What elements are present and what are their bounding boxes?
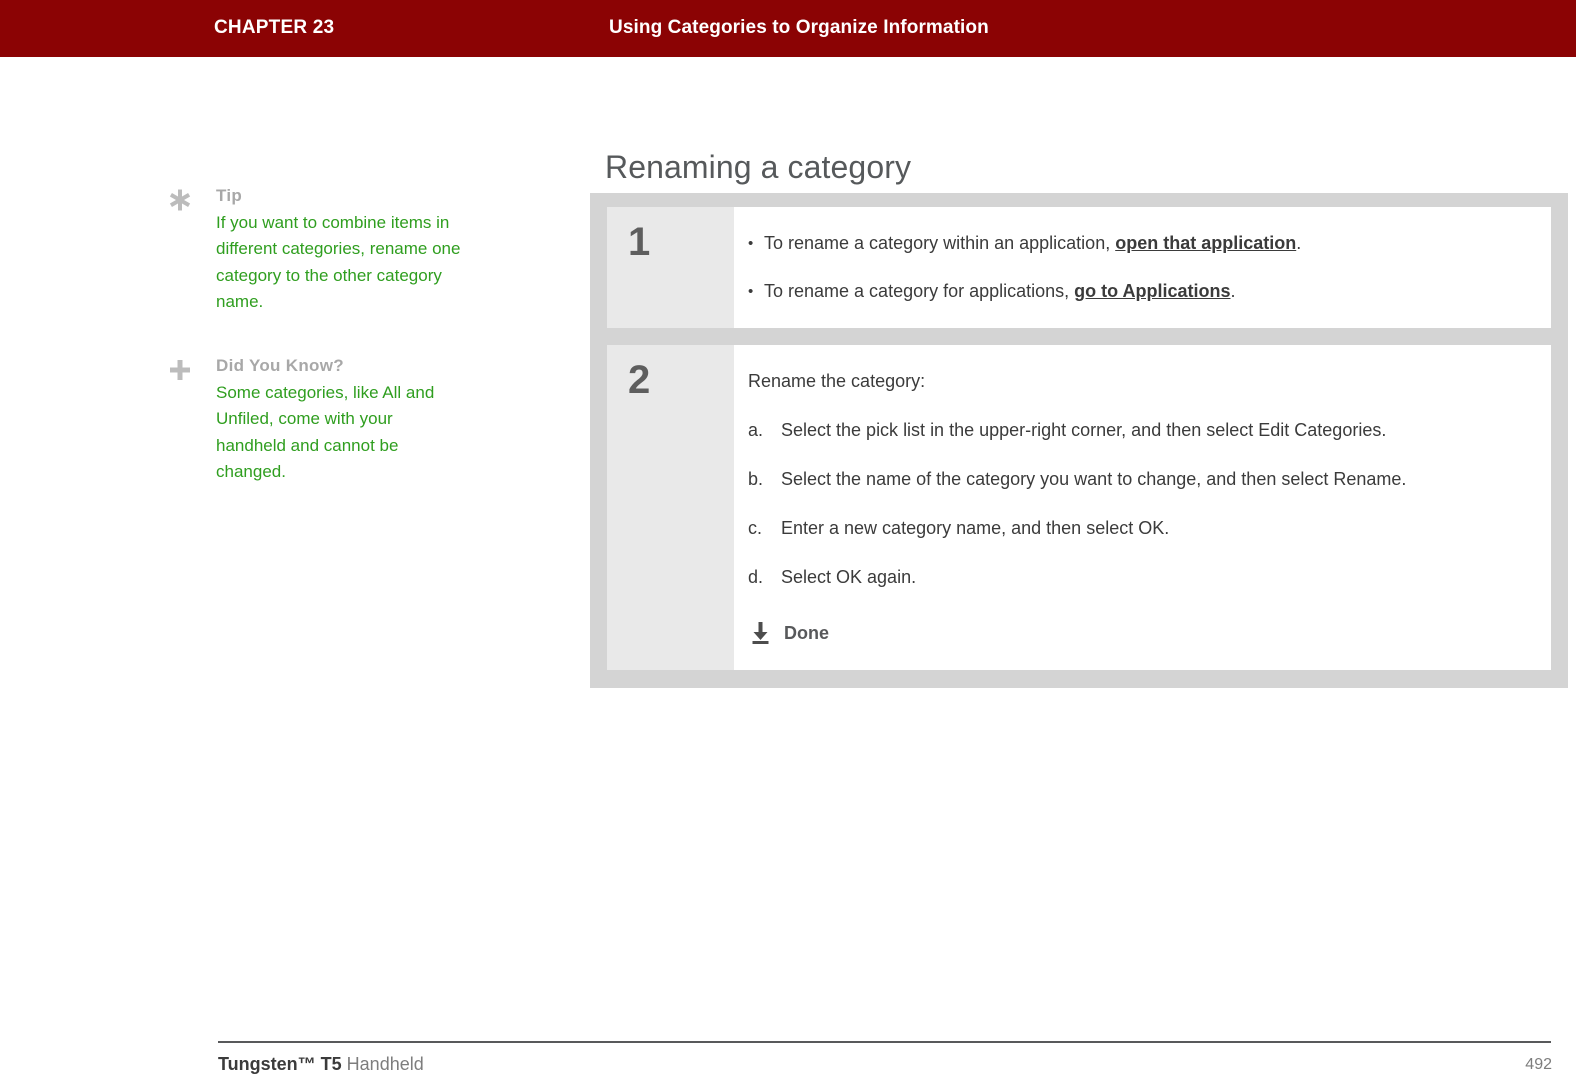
substep-text: Enter a new category name, and then sele…	[781, 518, 1170, 538]
step-content: Rename the category: a. Select the pick …	[734, 345, 1551, 670]
step-row: 1 • To rename a category within an appli…	[607, 207, 1551, 328]
list-item: d. Select OK again.	[748, 565, 1527, 590]
page-title: Renaming a category	[605, 149, 912, 186]
substep-text: Select the name of the category you want…	[781, 469, 1407, 489]
footer-product: Handheld	[341, 1054, 424, 1074]
footer-divider	[218, 1041, 1551, 1043]
step-number: 2	[628, 358, 651, 402]
bullet-prefix: To rename a category within an applicati…	[764, 233, 1116, 253]
steps-container: 1 • To rename a category within an appli…	[590, 193, 1568, 688]
note-tip: Tip If you want to combine items in diff…	[168, 186, 488, 315]
note-did-you-know: Did You Know? Some categories, like All …	[168, 356, 488, 485]
substep-text: Select OK again.	[781, 567, 917, 587]
done-label: Done	[784, 622, 829, 643]
bullet-suffix: .	[1296, 233, 1302, 253]
step-number: 1	[628, 220, 651, 264]
chapter-label: CHAPTER 23	[214, 17, 335, 38]
chapter-title: Using Categories to Organize Information	[609, 17, 989, 38]
footer-product-name: Tungsten™ T5 Handheld	[218, 1054, 424, 1075]
step-content: • To rename a category within an applica…	[734, 207, 1551, 328]
download-arrow-icon	[748, 620, 774, 646]
step-intro-text: Rename the category:	[748, 371, 926, 391]
substep-marker: d.	[748, 567, 764, 587]
bullet-icon: •	[748, 283, 754, 300]
bullet-icon: •	[748, 235, 754, 252]
bullet-suffix: .	[1230, 281, 1236, 301]
bullet-text: To rename a category within an applicati…	[764, 231, 1527, 256]
done-marker: Done	[748, 620, 1527, 646]
list-item: • To rename a category for applications,…	[748, 279, 1527, 304]
cross-reference-link[interactable]: go to Applications	[1074, 281, 1230, 301]
substep-marker: b.	[748, 469, 764, 489]
note-body: Tip If you want to combine items in diff…	[216, 186, 488, 315]
page-number: 492	[1525, 1056, 1552, 1073]
bullet-prefix: To rename a category for applications,	[764, 281, 1075, 301]
substep-marker: c.	[748, 518, 763, 538]
plus-icon	[168, 358, 196, 382]
note-heading: Tip	[216, 186, 243, 205]
sidebar-notes: Tip If you want to combine items in diff…	[168, 186, 488, 515]
chapter-header-bar: CHAPTER 23 Using Categories to Organize …	[0, 0, 1576, 57]
substep-text: Select the pick list in the upper-right …	[781, 420, 1387, 440]
step-number-cell: 2	[607, 345, 734, 670]
footer-brand: Tungsten™ T5	[218, 1054, 342, 1074]
bullet-text: To rename a category for applications, g…	[764, 279, 1527, 304]
cross-reference-link[interactable]: open that application	[1115, 233, 1296, 253]
substep-marker: a.	[748, 420, 764, 440]
note-heading: Did You Know?	[216, 356, 344, 376]
list-item: c. Enter a new category name, and then s…	[748, 516, 1527, 541]
step-row: 2 Rename the category: a. Select the pic…	[607, 345, 1551, 670]
asterisk-icon	[168, 188, 196, 212]
list-item: • To rename a category within an applica…	[748, 231, 1527, 256]
list-item: a. Select the pick list in the upper-rig…	[748, 418, 1527, 443]
note-text: Some categories, like All and Unfiled, c…	[216, 383, 435, 482]
note-body: Did You Know? Some categories, like All …	[216, 356, 488, 485]
list-item: b. Select the name of the category you w…	[748, 467, 1527, 492]
step-number-cell: 1	[607, 207, 734, 328]
note-text: If you want to combine items in differen…	[216, 213, 461, 311]
